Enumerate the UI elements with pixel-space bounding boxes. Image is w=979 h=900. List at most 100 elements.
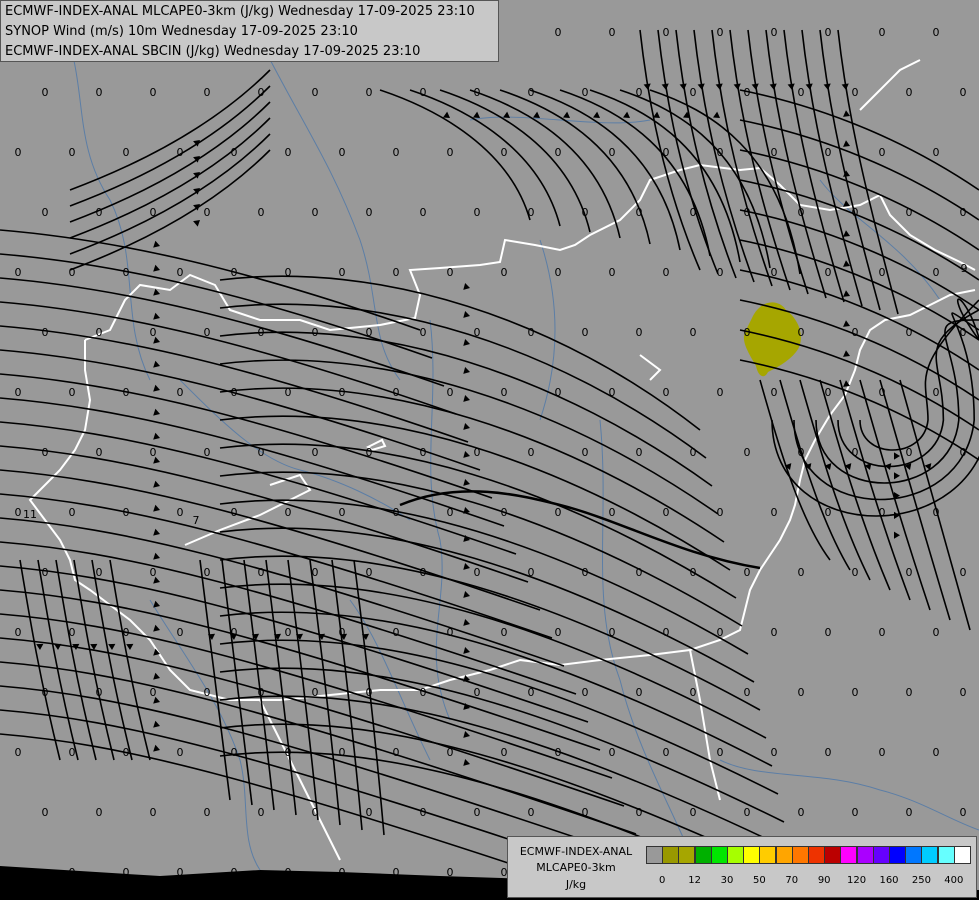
station-value: 0 (717, 266, 724, 279)
station-value: 0 (501, 626, 508, 639)
legend-tick-label: 250 (911, 875, 931, 886)
station-value: 0 (420, 206, 427, 219)
station-value: 0 (15, 146, 22, 159)
station-value: 0 (960, 86, 967, 99)
station-value: 0 (123, 506, 130, 519)
station-value: 0 (258, 86, 265, 99)
station-value: 0 (204, 566, 211, 579)
station-value: 0 (528, 566, 535, 579)
station-value: 0 (879, 266, 886, 279)
station-value: 0 (231, 866, 238, 879)
station-value: 0 (285, 266, 292, 279)
station-value: 0 (150, 566, 157, 579)
station-value: 0 (555, 146, 562, 159)
station-value: 0 (825, 26, 832, 39)
station-value: 0 (393, 626, 400, 639)
title-line-cin: ECMWF-INDEX-ANAL SBCIN (J/kg) Wednesday … (5, 44, 421, 59)
legend-tick-label: 160 (879, 875, 899, 886)
station-value: 0 (420, 446, 427, 459)
station-value: 0 (285, 866, 292, 879)
station-value: 0 (474, 86, 481, 99)
station-value: 0 (312, 446, 319, 459)
legend-title: ECMWF-INDEX-ANAL (519, 845, 633, 858)
station-value: 0 (906, 686, 913, 699)
station-value: 0 (852, 86, 859, 99)
station-value: 0 (258, 206, 265, 219)
station-value: 0 (555, 386, 562, 399)
legend-swatch (646, 846, 663, 864)
station-value: 0 (852, 806, 859, 819)
station-value: 0 (177, 506, 184, 519)
station-value: 0 (285, 746, 292, 759)
station-value: 0 (339, 266, 346, 279)
station-value: 0 (69, 866, 76, 879)
station-value: 0 (42, 206, 49, 219)
station-value: 0 (663, 266, 670, 279)
station-value: 0 (339, 146, 346, 159)
station-value: 0 (312, 566, 319, 579)
station-value: 0 (933, 386, 940, 399)
station-value: 0 (69, 266, 76, 279)
legend-swatch (824, 846, 842, 864)
station-value: 0 (312, 326, 319, 339)
station-value: 0 (366, 326, 373, 339)
station-value: 0 (42, 566, 49, 579)
station-value: 0 (852, 326, 859, 339)
station-value: 0 (339, 866, 346, 879)
station-value: 0 (123, 866, 130, 879)
station-value: 0 (447, 386, 454, 399)
station-value: 0 (231, 146, 238, 159)
station-value: 0 (906, 206, 913, 219)
station-value: 11 (23, 508, 37, 521)
station-value: 0 (582, 566, 589, 579)
station-value: 0 (474, 326, 481, 339)
station-value: 0 (582, 326, 589, 339)
station-value: 0 (285, 146, 292, 159)
station-value: 0 (285, 386, 292, 399)
legend-swatch (905, 846, 923, 864)
station-value: 0 (717, 146, 724, 159)
station-value: 0 (690, 806, 697, 819)
station-value: 7 (193, 514, 200, 527)
station-value: 0 (42, 326, 49, 339)
station-value: 0 (879, 746, 886, 759)
station-value: 0 (123, 746, 130, 759)
station-value: 0 (636, 206, 643, 219)
station-value: 0 (285, 506, 292, 519)
legend-swatch (872, 846, 890, 864)
station-value: 0 (663, 386, 670, 399)
station-value: 0 (231, 506, 238, 519)
station-value: 0 (663, 746, 670, 759)
station-value: 0 (852, 446, 859, 459)
station-value: 0 (258, 806, 265, 819)
station-value: 0 (42, 86, 49, 99)
station-value: 0 (258, 686, 265, 699)
station-value: 0 (177, 626, 184, 639)
station-value: 0 (177, 386, 184, 399)
station-value: 0 (366, 86, 373, 99)
station-value: 0 (825, 626, 832, 639)
station-value: 0 (798, 206, 805, 219)
legend-swatch (775, 846, 793, 864)
legend-swatch (937, 846, 955, 864)
map-viewport[interactable]: 0 0 0 0 0 0 0 0 0 0 0 0 0 0 0 0 0 0 0 0 0 0 0 0 0 0 0 0 0 0 0 0 0 0 0 0 0 0 0 0… (0, 0, 979, 900)
station-value: 0 (15, 746, 22, 759)
legend-swatch (678, 846, 696, 864)
station-value: 0 (501, 146, 508, 159)
station-value: 0 (771, 746, 778, 759)
station-value: 0 (150, 326, 157, 339)
station-value: 0 (123, 146, 130, 159)
station-value: 0 (744, 86, 751, 99)
station-value: 0 (933, 506, 940, 519)
legend-swatch (662, 846, 680, 864)
station-value: 0 (906, 566, 913, 579)
station-value: 0 (447, 266, 454, 279)
station-value: 0 (474, 206, 481, 219)
station-value: 0 (312, 806, 319, 819)
station-value: 0 (393, 866, 400, 879)
station-value: 0 (690, 326, 697, 339)
station-value: 0 (393, 746, 400, 759)
station-value: 0 (636, 446, 643, 459)
station-value: 0 (393, 146, 400, 159)
station-value: 0 (690, 566, 697, 579)
